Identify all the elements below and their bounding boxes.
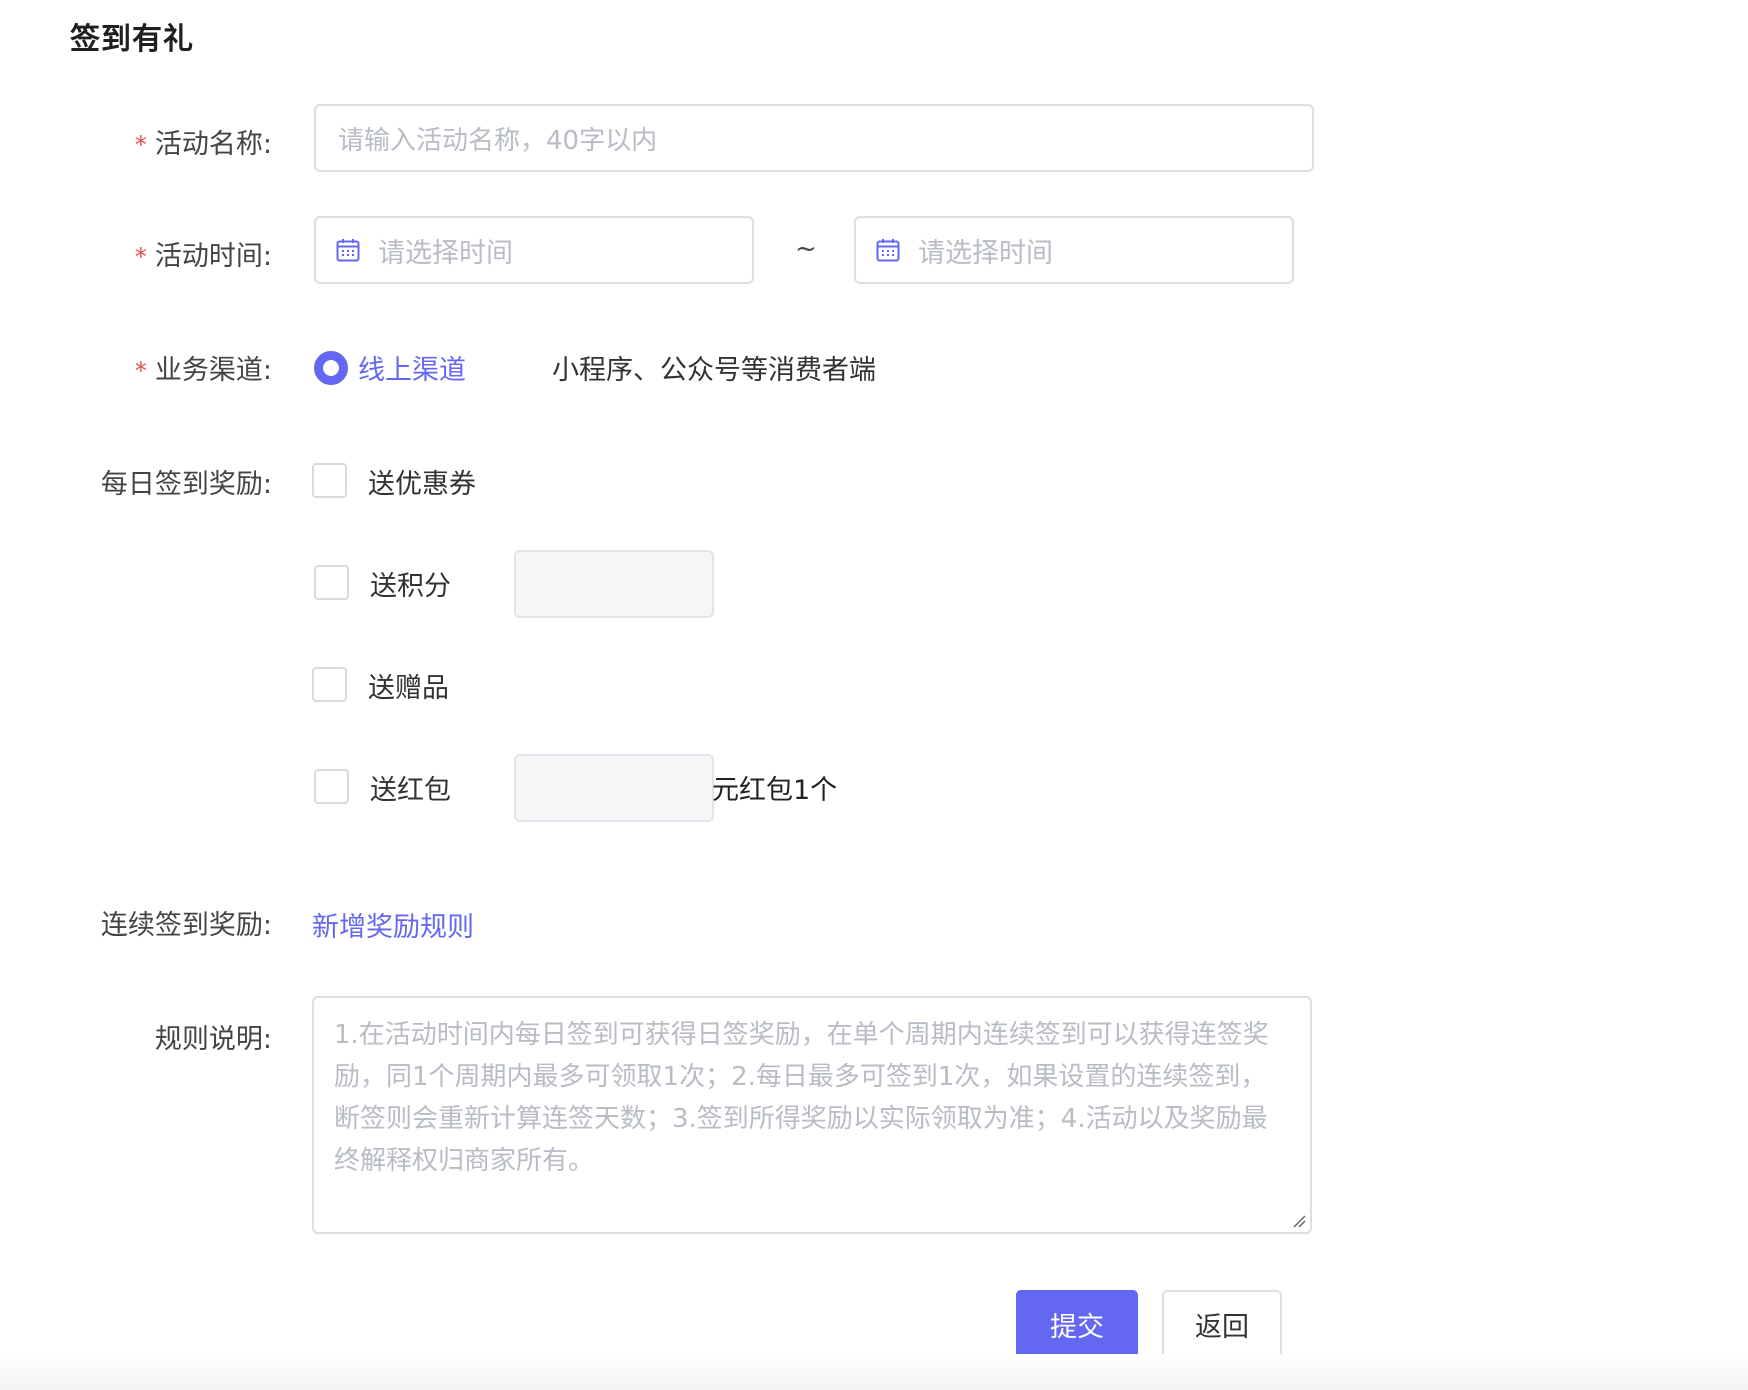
activity-time-label: * 活动时间: xyxy=(82,234,272,273)
end-date-picker[interactable]: 请选择时间 xyxy=(854,216,1294,284)
rules-label: 规则说明: xyxy=(154,1024,272,1055)
points-input[interactable] xyxy=(514,550,714,618)
page-bottom-edge xyxy=(0,1354,1748,1390)
checkbox-coupon[interactable] xyxy=(312,463,347,498)
rules-placeholder: 1.在活动时间内每日签到可获得日签奖励，在单个周期内连续签到可以获得连签奖励，同… xyxy=(334,1020,1269,1176)
required-mark: * xyxy=(134,243,147,271)
start-date-placeholder: 请选择时间 xyxy=(378,237,513,269)
activity-name-input[interactable]: 请输入活动名称，40字以内 xyxy=(314,104,1314,172)
coupon-label: 送优惠券 xyxy=(368,469,476,500)
rules-textarea[interactable]: 1.在活动时间内每日签到可获得日签奖励，在单个周期内连续签到可以获得连签奖励，同… xyxy=(312,996,1312,1234)
end-date-placeholder: 请选择时间 xyxy=(918,237,1053,269)
activity-time-label-text: 活动时间: xyxy=(154,241,272,272)
activity-name-label: * 活动名称: xyxy=(82,122,272,161)
start-date-picker[interactable]: 请选择时间 xyxy=(314,216,754,284)
points-label: 送积分 xyxy=(370,571,451,602)
red-packet-label: 送红包 xyxy=(370,775,451,806)
date-separator: ~ xyxy=(795,234,817,264)
red-packet-suffix: 元红包1个 xyxy=(712,775,838,806)
calendar-icon xyxy=(336,239,360,262)
required-mark: * xyxy=(134,131,147,159)
radio-online-label: 线上渠道 xyxy=(358,355,466,386)
checkbox-gift[interactable] xyxy=(312,667,347,702)
channel-label: * 业务渠道: xyxy=(82,348,272,387)
radio-selected-icon xyxy=(314,350,348,385)
checkbox-points[interactable] xyxy=(314,565,349,600)
required-mark: * xyxy=(134,357,147,385)
resize-handle-icon[interactable] xyxy=(1292,1214,1306,1228)
channel-help-text: 小程序、公众号等消费者端 xyxy=(552,355,876,386)
gift-label: 送赠品 xyxy=(368,673,449,704)
daily-reward-label: 每日签到奖励: xyxy=(100,469,272,500)
radio-online-channel[interactable]: 线上渠道 xyxy=(314,348,466,387)
red-packet-amount-input[interactable] xyxy=(514,754,714,822)
activity-name-label-text: 活动名称: xyxy=(154,129,272,160)
calendar-icon xyxy=(876,239,900,262)
back-button[interactable]: 返回 xyxy=(1162,1290,1282,1358)
continuous-reward-label: 连续签到奖励: xyxy=(100,910,272,941)
add-reward-rule-link[interactable]: 新增奖励规则 xyxy=(312,905,474,944)
activity-name-placeholder: 请输入活动名称，40字以内 xyxy=(338,125,658,156)
channel-label-text: 业务渠道: xyxy=(154,355,272,386)
page-title: 签到有礼 xyxy=(70,22,194,57)
submit-button[interactable]: 提交 xyxy=(1016,1290,1138,1358)
checkbox-red-packet[interactable] xyxy=(314,769,349,804)
